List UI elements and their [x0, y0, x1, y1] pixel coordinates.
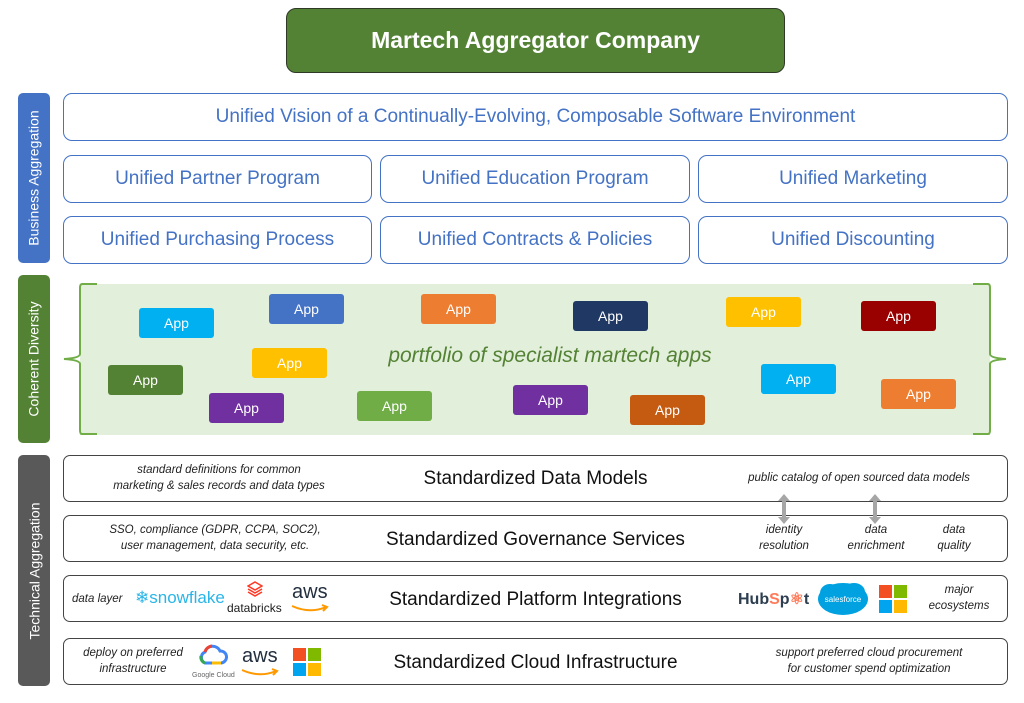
- app-tile: App: [108, 365, 183, 395]
- aws-cloud-logo: aws: [242, 645, 278, 667]
- aws-cloud-smile-icon: [241, 668, 279, 676]
- right-brace-icon: [973, 283, 1007, 435]
- coherent-diversity-label: Coherent Diversity: [26, 301, 42, 417]
- governance-left-note: SSO, compliance (GDPR, CCPA, SOC2), user …: [109, 524, 321, 552]
- identity-resolution-label: identity resolution: [759, 524, 809, 552]
- deploy-infrastructure-note: deploy on preferred infrastructure: [83, 647, 183, 675]
- google-cloud-label: Google Cloud: [192, 672, 235, 679]
- identity-resolution-arrow-icon: [778, 494, 790, 524]
- major-ecosystems-note: major ecosystems: [928, 584, 990, 612]
- svg-text:salesforce: salesforce: [825, 595, 862, 604]
- purchasing-process-box: Unified Purchasing Process: [63, 216, 372, 264]
- app-tile: App: [209, 393, 284, 423]
- platform-integrations-layer: Standardized Platform Integrations data …: [63, 575, 1008, 622]
- data-models-right-note: public catalog of open sourced data mode…: [748, 472, 970, 484]
- business-aggregation-label: Business Aggregation: [26, 110, 42, 246]
- data-enrichment-arrow-icon: [869, 494, 881, 524]
- app-tile: App: [269, 294, 344, 324]
- databricks-icon: [247, 581, 263, 597]
- cloud-infrastructure-layer: Standardized Cloud Infrastructure deploy…: [63, 638, 1008, 685]
- app-tile: App: [513, 385, 588, 415]
- app-tile: App: [139, 308, 214, 338]
- app-tile: App: [726, 297, 801, 327]
- google-cloud-icon: [199, 644, 228, 665]
- databricks-logo: databricks: [227, 601, 282, 615]
- technical-aggregation-tab: Technical Aggregation: [18, 455, 50, 686]
- app-tile: App: [761, 364, 836, 394]
- coherent-diversity-tab: Coherent Diversity: [18, 275, 50, 443]
- snowflake-logo: ❄snowflake: [135, 588, 225, 607]
- discounting-box: Unified Discounting: [698, 216, 1008, 264]
- data-layer-label: data layer: [72, 593, 123, 605]
- snowflake-icon: ❄: [135, 588, 150, 607]
- app-tile: App: [252, 348, 327, 378]
- app-tile: App: [861, 301, 936, 331]
- hubspot-logo: HubSp⚛t: [738, 591, 810, 608]
- app-tile: App: [421, 294, 496, 324]
- app-tile: App: [573, 301, 648, 331]
- app-tile: App: [357, 391, 432, 421]
- left-brace-icon: [63, 283, 97, 435]
- aws-smile-icon: [291, 604, 329, 612]
- portfolio-caption: portfolio of specialist martech apps: [388, 344, 712, 367]
- partner-program-box: Unified Partner Program: [63, 155, 372, 203]
- company-title: Martech Aggregator Company: [286, 8, 785, 73]
- marketing-box: Unified Marketing: [698, 155, 1008, 203]
- data-models-left-note: standard definitions for common marketing…: [113, 464, 325, 492]
- data-quality-label: data quality: [937, 524, 971, 552]
- cloud-procurement-note: support preferred cloud procurement for c…: [775, 647, 963, 675]
- contracts-policies-box: Unified Contracts & Policies: [380, 216, 690, 264]
- app-tile: App: [630, 395, 705, 425]
- app-tile: App: [881, 379, 956, 409]
- unified-vision-box: Unified Vision of a Continually-Evolving…: [63, 93, 1008, 141]
- salesforce-logo: salesforce: [818, 583, 868, 615]
- education-program-box: Unified Education Program: [380, 155, 690, 203]
- business-aggregation-tab: Business Aggregation: [18, 93, 50, 263]
- microsoft-azure-logo: [293, 648, 321, 676]
- technical-aggregation-label: Technical Aggregation: [26, 502, 42, 639]
- data-enrichment-label: data enrichment: [847, 524, 905, 552]
- microsoft-logo: [879, 585, 907, 613]
- aws-logo: aws: [292, 581, 328, 603]
